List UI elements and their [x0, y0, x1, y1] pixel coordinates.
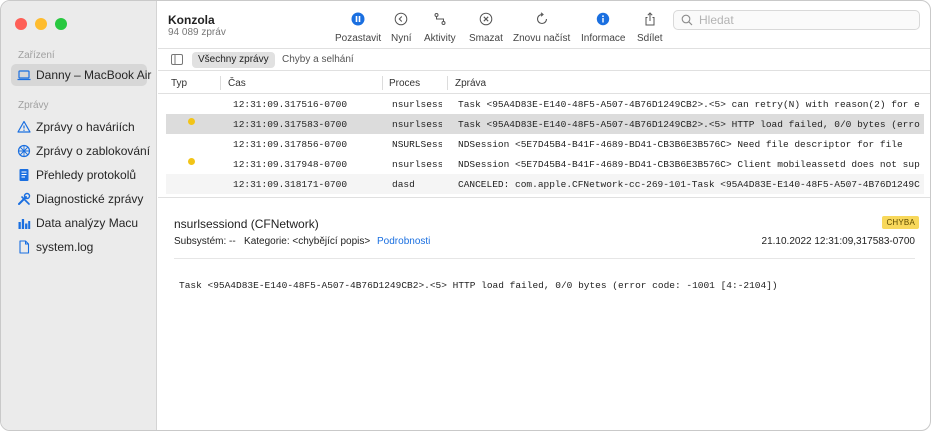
clear-button[interactable]: Smazat [469, 11, 503, 44]
message-count: 94 089 zpráv [168, 27, 226, 38]
sidebar-item-device[interactable]: Danny – MacBook Air [11, 64, 151, 86]
detail-message: Task <95A4D83E-E140-48F5-A507-4B76D1249C… [179, 280, 778, 291]
column-type[interactable]: Typ [171, 78, 187, 89]
row-time: 12:31:09.318171-0700 [233, 179, 348, 190]
details-link[interactable]: Podrobnosti [377, 236, 430, 247]
column-time[interactable]: Čas [228, 78, 246, 89]
sidebar-item-label: Diagnostické zprávy [36, 192, 144, 206]
sidebar-item-system-log[interactable]: system.log [11, 236, 147, 258]
log-report-icon [17, 168, 31, 182]
sidebar-item-label: Data analýzy Macu [36, 216, 139, 230]
error-indicator [188, 118, 195, 125]
laptop-icon [17, 68, 31, 82]
info-button[interactable]: Informace [581, 11, 625, 44]
app-title: Konzola [168, 13, 215, 27]
table-row[interactable]: 12:31:09.317516-0700 nsurlsessiond Task … [166, 94, 924, 114]
column-message[interactable]: Zpráva [455, 78, 486, 89]
row-time: 12:31:09.317948-0700 [233, 159, 348, 170]
row-message: NDSession <5E7D45B4-B41F-4689-BD41-CB3B6… [458, 139, 903, 150]
error-indicator [188, 158, 195, 165]
row-process: nsurlsessiond [392, 119, 442, 130]
row-time: 12:31:09.317516-0700 [233, 99, 348, 110]
freeze-icon [17, 144, 31, 158]
sidebar-item-analytics-data[interactable]: Data analýzy Macu [11, 212, 147, 234]
filter-bar: Všechny zprávy Chyby a selhání [158, 49, 930, 71]
detail-title: nsurlsessiond (CFNetwork) [174, 217, 319, 231]
row-time: 12:31:09.317856-0700 [233, 139, 348, 150]
warning-icon [17, 120, 31, 134]
row-message: NDSession <5E7D45B4-B41F-4689-BD41-CB3B6… [458, 159, 920, 170]
share-button[interactable]: Sdílet [637, 11, 663, 44]
row-process: NSURLSession [392, 139, 442, 150]
tools-icon [17, 192, 31, 206]
sidebar-item-label: Přehledy protokolů [36, 168, 137, 182]
row-process: nsurlsessiond [392, 159, 442, 170]
sidebar-item-label: Zprávy o haváriích [36, 120, 135, 134]
reload-icon [534, 11, 550, 27]
filter-all-messages[interactable]: Všechny zprávy [192, 52, 275, 68]
document-icon [17, 240, 31, 254]
close-button[interactable] [15, 18, 27, 30]
pause-icon [350, 11, 366, 27]
info-icon [595, 11, 611, 27]
detail-category: Kategorie: <chybějící popis> [244, 236, 371, 247]
table-row[interactable]: 12:31:09.317856-0700 NSURLSession NDSess… [166, 134, 924, 154]
sidebar: Zařízení Danny – MacBook Air Zprávy Zprá… [1, 1, 157, 430]
toolbar: Konzola 94 089 zpráv Pozastavit Nyní Akt… [158, 1, 930, 49]
console-window: Zařízení Danny – MacBook Air Zprávy Zprá… [0, 0, 931, 431]
window-controls [15, 18, 67, 30]
row-message: Task <95A4D83E-E140-48F5-A507-4B76D1249C… [458, 99, 920, 110]
main-area: Konzola 94 089 zpráv Pozastavit Nyní Akt… [158, 1, 930, 430]
sidebar-item-diagnostic-reports[interactable]: Diagnostické zprávy [11, 188, 147, 210]
divider [174, 258, 915, 259]
message-list: 12:31:09.317516-0700 nsurlsessiond Task … [166, 94, 924, 194]
minimize-button[interactable] [35, 18, 47, 30]
table-row[interactable]: 12:31:09.318171-0700 dasd CANCELED: com.… [166, 174, 924, 194]
reload-button[interactable]: Znovu načíst [513, 11, 570, 44]
row-message: Task <95A4D83E-E140-48F5-A507-4B76D1249C… [458, 119, 920, 130]
search-input[interactable] [699, 13, 899, 27]
sidebar-item-crash-reports[interactable]: Zprávy o haváriích [11, 116, 147, 138]
sidebar-item-label: Danny – MacBook Air [36, 68, 152, 82]
row-process: nsurlsessiond [392, 99, 442, 110]
sidebar-item-label: Zprávy o zablokování [36, 144, 151, 158]
search-field[interactable] [673, 10, 920, 30]
devices-heading: Zařízení [18, 50, 55, 61]
filter-errors-faults[interactable]: Chyby a selhání [276, 52, 360, 68]
sidebar-item-label: system.log [36, 240, 94, 254]
table-row[interactable]: 12:31:09.317583-0700 nsurlsessiond Task … [166, 114, 924, 134]
share-icon [642, 11, 658, 27]
row-process: dasd [392, 179, 415, 190]
activities-button[interactable]: Aktivity [424, 11, 456, 44]
detail-date: 21.10.2022 12:31:09,317583-0700 [761, 236, 915, 247]
sidebar-item-log-reports[interactable]: Přehledy protokolů [11, 164, 147, 186]
column-process[interactable]: Proces [389, 78, 420, 89]
now-button[interactable]: Nyní [391, 11, 412, 44]
detail-subsystem: Subsystém: -- [174, 236, 236, 247]
detail-meta: Subsystém: -- Kategorie: <chybějící popi… [174, 236, 430, 247]
table-row[interactable]: 12:31:09.317948-0700 nsurlsessiond NDSes… [166, 154, 924, 174]
jump-to-now-icon [393, 11, 409, 27]
zoom-button[interactable] [55, 18, 67, 30]
clear-icon [478, 11, 494, 27]
bar-chart-icon [17, 216, 31, 230]
activities-icon [432, 11, 448, 27]
reports-heading: Zprávy [18, 100, 49, 111]
pause-button[interactable]: Pozastavit [335, 11, 381, 44]
sidebar-item-spin-reports[interactable]: Zprávy o zablokování [11, 140, 151, 162]
status-badge: CHYBA [882, 216, 919, 229]
row-time: 12:31:09.317583-0700 [233, 119, 348, 130]
detail-pane: nsurlsessiond (CFNetwork) CHYBA Subsysté… [158, 197, 930, 430]
search-icon [681, 14, 693, 26]
row-message: CANCELED: com.apple.CFNetwork-cc-269-101… [458, 179, 920, 190]
table-header: Typ Čas Proces Zpráva [158, 72, 930, 94]
sidebar-toggle-icon[interactable] [171, 54, 183, 65]
